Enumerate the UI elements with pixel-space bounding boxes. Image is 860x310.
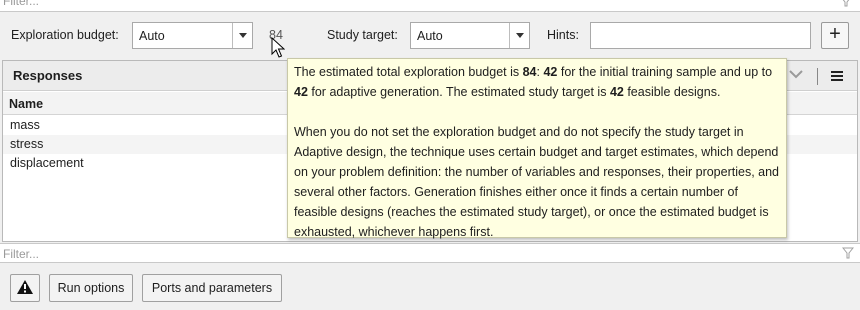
row-label: mass (10, 118, 40, 132)
responses-title: Responses (13, 68, 83, 83)
filter-icon[interactable] (841, 247, 855, 262)
add-button[interactable]: + (821, 22, 849, 49)
chevron-down-icon[interactable] (509, 23, 529, 48)
bottom-filter-placeholder[interactable]: Filter... (3, 247, 39, 261)
chevron-down-icon[interactable] (232, 23, 252, 48)
exploration-budget-combo[interactable]: Auto (132, 22, 253, 49)
filter-icon[interactable] (840, 0, 852, 10)
row-label: stress (10, 137, 44, 151)
run-options-button[interactable]: Run options (49, 274, 133, 302)
top-filter-bar: Filter... (0, 0, 860, 12)
menu-icon[interactable] (831, 70, 843, 85)
top-filter-placeholder[interactable]: Filter... (3, 0, 39, 8)
exploration-budget-label: Exploration budget: (11, 28, 119, 42)
header-divider (817, 68, 818, 85)
ports-and-parameters-button[interactable]: Ports and parameters (142, 274, 282, 302)
chevron-down-icon[interactable] (788, 67, 804, 84)
hints-input[interactable] (590, 22, 811, 49)
tooltip-paragraph-1: The estimated total exploration budget i… (294, 65, 773, 99)
exploration-budget-value: Auto (139, 29, 165, 43)
study-target-label: Study target: (327, 28, 398, 42)
bottom-filter-bar: Filter... (0, 243, 860, 263)
row-label: displacement (10, 156, 84, 170)
budget-tooltip: The estimated total exploration budget i… (287, 58, 787, 239)
name-column-label: Name (9, 97, 44, 111)
study-target-value: Auto (417, 29, 443, 43)
mouse-pointer-icon (271, 36, 286, 62)
study-target-combo[interactable]: Auto (410, 22, 530, 49)
hints-label: Hints: (547, 28, 579, 42)
warning-button[interactable] (10, 274, 40, 302)
tooltip-paragraph-2: When you do not set the exploration budg… (294, 125, 780, 239)
toolbar: Exploration budget: Auto 84 Study target… (0, 13, 860, 60)
warning-icon (17, 279, 33, 297)
